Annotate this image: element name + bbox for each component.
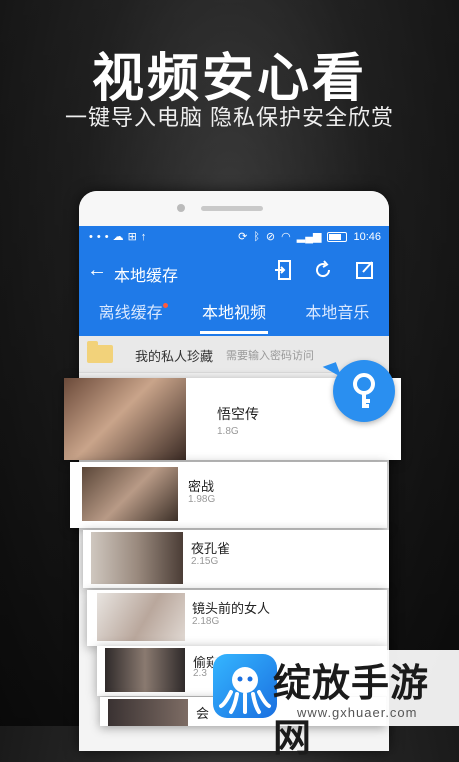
folder-icon [87, 341, 113, 363]
back-button[interactable]: ← [87, 259, 107, 282]
upload-icon: ↑ [140, 231, 151, 243]
video-card[interactable]: 镜头前的女人 2.18G [87, 590, 387, 646]
mute-icon: ⊘ [265, 231, 276, 243]
video-size: 1.98G [188, 494, 216, 505]
video-name: 镜头前的女人 [192, 601, 271, 616]
import-button[interactable] [272, 260, 294, 282]
refresh-icon [316, 260, 331, 278]
sync-icon: ⟳ [238, 231, 248, 243]
video-name: 会 [196, 706, 210, 721]
video-thumbnail [64, 378, 186, 460]
status-left-icons: •••☁⊞↑ [89, 230, 150, 243]
edit-icon [356, 261, 373, 279]
tab-label: 本地音乐 [305, 305, 370, 322]
video-name: 悟空传 [217, 406, 259, 422]
page-title: 本地缓存 [114, 268, 179, 285]
app-bar: ← 本地缓存 [79, 248, 389, 296]
video-size: 2.15G [191, 556, 219, 567]
status-time: 10:46 [353, 230, 381, 243]
video-thumbnail [82, 467, 178, 521]
status-right-icons: ⟳ ᛒ ⊘ ◠ ▂▄▆ 10:46 [238, 230, 381, 244]
video-size: 2.18G [192, 616, 220, 627]
wifi-icon: ◠ [281, 231, 291, 243]
new-badge [163, 303, 169, 308]
tab-offline-cache[interactable]: 离线缓存 [79, 296, 182, 336]
watermark: 绽放手游网 www.gxhuaer.com [213, 650, 459, 760]
video-thumbnail [91, 532, 183, 584]
tab-bar: 离线缓存 本地视频 本地音乐 [79, 296, 389, 336]
video-thumbnail [105, 648, 185, 692]
folder-name: 我的私人珍藏 [135, 349, 214, 364]
video-card[interactable]: 夜孔雀 2.15G [83, 530, 389, 588]
arrow-left-icon: ← [87, 259, 107, 281]
status-bar: •••☁⊞↑ ⟳ ᛒ ⊘ ◠ ▂▄▆ 10:46 [79, 226, 389, 248]
speaker-grille [201, 206, 263, 211]
tab-local-video[interactable]: 本地视频 [182, 296, 285, 336]
grid-icon: ⊞ [127, 231, 141, 243]
edit-button[interactable] [354, 260, 376, 282]
battery-icon [327, 231, 348, 242]
refresh-button[interactable] [312, 260, 334, 282]
hero-subtitle: 一键导入电脑 隐私保护安全欣赏 [64, 105, 395, 130]
octopus-logo-icon [213, 654, 277, 718]
import-icon [275, 260, 291, 280]
cloud-icon: ☁ [112, 231, 128, 243]
dots-icon: ••• [89, 231, 113, 243]
tab-label: 本地视频 [201, 305, 266, 322]
watermark-url: www.gxhuaer.com [297, 705, 418, 720]
bluetooth-icon: ᛒ [253, 230, 260, 243]
video-size: 2.3 [193, 668, 207, 679]
tab-local-music[interactable]: 本地音乐 [286, 296, 389, 336]
folder-hint: 需要输入密码访问 [226, 350, 314, 362]
video-name: 密战 [188, 479, 215, 494]
key-icon [353, 373, 375, 408]
video-card[interactable]: 密战 1.98G [70, 462, 387, 528]
video-thumbnail [108, 699, 188, 726]
video-thumbnail [97, 593, 185, 641]
tab-label: 离线缓存 [98, 305, 163, 322]
video-size: 1.8G [217, 426, 239, 437]
lock-key-button[interactable] [333, 360, 395, 422]
phone-bezel [79, 191, 389, 226]
camera-icon [177, 204, 185, 212]
video-name: 夜孔雀 [191, 541, 231, 556]
signal-icon: ▂▄▆ [296, 231, 322, 243]
